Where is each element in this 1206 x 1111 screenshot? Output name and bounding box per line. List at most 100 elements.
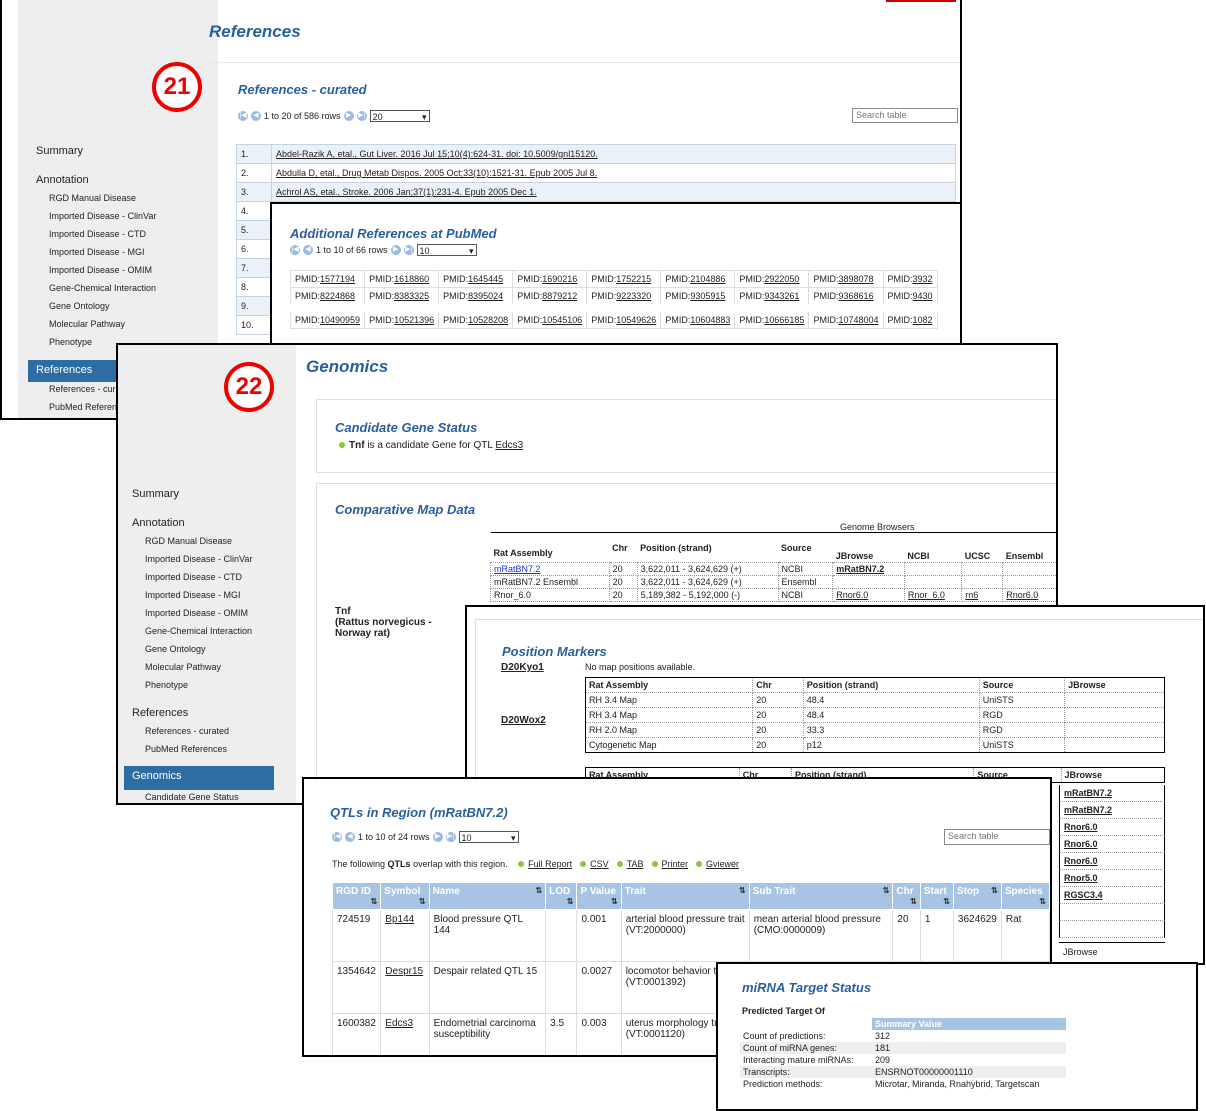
next-page-icon[interactable]: ▶ [390, 245, 401, 255]
pmid-link[interactable]: 10545106 [542, 315, 582, 325]
page-size-select[interactable]: 20 [369, 110, 430, 123]
column-header[interactable]: P Value ⇅ [576, 882, 622, 910]
sort-icon[interactable]: ⇅ [371, 897, 378, 906]
jbrowse-link[interactable]: Rnor6.0 [1064, 839, 1098, 849]
column-header[interactable]: Start ⇅ [919, 882, 954, 910]
sort-icon[interactable]: ⇅ [567, 897, 574, 906]
prev-page-icon[interactable]: ◀ [303, 245, 313, 255]
pmid-link[interactable]: 10521396 [394, 315, 434, 325]
pmid-link[interactable]: 3932 [913, 274, 933, 284]
first-page-icon[interactable]: |◀ [332, 832, 342, 842]
qtl-link[interactable]: Edcs3 [495, 440, 523, 451]
sidebar-item[interactable]: Gene-Chemical Interaction [145, 626, 252, 636]
pmid-link[interactable]: 8879212 [542, 291, 577, 301]
column-header[interactable]: Symbol ⇅ [380, 882, 430, 910]
pmid-link[interactable]: 8224868 [320, 291, 355, 301]
qtl-symbol-link[interactable]: Bp144 [385, 914, 414, 925]
qtl-symbol-link[interactable]: Edcs3 [385, 1018, 413, 1029]
column-header[interactable]: Stop ⇅ [952, 882, 1002, 910]
sidebar-item[interactable]: Imported Disease - MGI [145, 590, 241, 600]
sidebar-summary[interactable]: Summary [36, 145, 83, 157]
next-page-icon[interactable]: ▶ [432, 832, 443, 842]
sort-icon[interactable]: ⇅ [991, 886, 998, 895]
jbrowse-link[interactable]: mRatBN7.2 [1064, 788, 1112, 798]
sidebar-references[interactable]: References [132, 707, 188, 719]
sidebar-annotation[interactable]: Annotation [36, 174, 89, 186]
page-size-select[interactable]: 10 [416, 244, 477, 257]
sort-icon[interactable]: ⇅ [1039, 897, 1046, 906]
sort-icon[interactable]: ⇅ [739, 886, 746, 895]
pmid-link[interactable]: 9223320 [616, 291, 651, 301]
sidebar-item[interactable]: Phenotype [145, 680, 188, 690]
export-link[interactable]: Printer [662, 859, 689, 869]
sidebar-item[interactable]: Imported Disease - CTD [145, 572, 242, 582]
sort-icon[interactable]: ⇅ [910, 897, 917, 906]
pmid-link[interactable]: 9368616 [838, 291, 873, 301]
sidebar-item[interactable]: References - curated [145, 726, 229, 736]
jbrowse-link[interactable]: mRatBN7.2 [1064, 805, 1112, 815]
sidebar-item[interactable]: PubMed Referen [49, 402, 117, 412]
pmid-link[interactable]: 10528208 [468, 315, 508, 325]
marker-link[interactable]: D20Kyo1 [501, 662, 544, 673]
last-page-icon[interactable]: ▶| [445, 832, 456, 842]
sort-icon[interactable]: ⇅ [883, 886, 890, 895]
sidebar-item[interactable]: Candidate Gene Status [145, 792, 239, 802]
column-header[interactable]: Sub Trait ⇅ [748, 882, 894, 910]
pmid-link[interactable]: 8383325 [394, 291, 429, 301]
page-size-select[interactable]: 10 [458, 831, 519, 844]
jbrowse-link[interactable]: RGSC3.4 [1064, 890, 1103, 900]
export-link[interactable]: TAB [627, 859, 644, 869]
reference-link[interactable]: Abdel-Razik A, etal., Gut Liver. 2016 Ju… [276, 149, 598, 159]
pmid-link[interactable]: 1690216 [542, 274, 577, 284]
pmid-link[interactable]: 9305915 [690, 291, 725, 301]
sidebar-annotation[interactable]: Annotation [132, 517, 185, 529]
pmid-link[interactable]: 8395024 [468, 291, 503, 301]
reference-link[interactable]: Achrol AS, etal., Stroke. 2006 Jan;37(1)… [276, 187, 537, 197]
sidebar-item[interactable]: RGD Manual Disease [49, 193, 136, 203]
export-link[interactable]: Gviewer [706, 859, 739, 869]
sidebar-item[interactable]: Molecular Pathway [49, 319, 125, 329]
first-page-icon[interactable]: |◀ [238, 111, 248, 121]
sort-icon[interactable]: ⇅ [419, 897, 426, 906]
pmid-link[interactable]: 3898078 [838, 274, 873, 284]
pmid-link[interactable]: 10666185 [764, 315, 804, 325]
sidebar-item[interactable]: Imported Disease - ClinVar [145, 554, 252, 564]
search-input[interactable]: Search table [852, 108, 958, 123]
pmid-link[interactable]: 2922050 [764, 274, 799, 284]
column-header[interactable]: RGD ID ⇅ [331, 882, 382, 910]
column-header[interactable]: Name ⇅ [428, 882, 547, 910]
sidebar-item[interactable]: Gene-Chemical Interaction [49, 283, 156, 293]
sort-icon[interactable]: ⇅ [611, 897, 618, 906]
prev-page-icon[interactable]: ◀ [251, 111, 261, 121]
pmid-link[interactable]: 10604883 [690, 315, 730, 325]
pmid-link[interactable]: 1752215 [616, 274, 651, 284]
sidebar-item[interactable]: Gene Ontology [49, 301, 110, 311]
sidebar-item[interactable]: References - cur [49, 384, 116, 394]
export-link[interactable]: CSV [590, 859, 609, 869]
jbrowse-link[interactable]: Rnor5.0 [1064, 873, 1098, 883]
sidebar-item[interactable]: Imported Disease - MGI [49, 247, 145, 257]
search-input[interactable]: Search table [944, 829, 1050, 845]
pmid-link[interactable]: 10748004 [838, 315, 878, 325]
jbrowse-link[interactable]: Rnor6.0 [1064, 822, 1098, 832]
pmid-link[interactable]: 1645445 [468, 274, 503, 284]
sidebar-item[interactable]: Molecular Pathway [145, 662, 221, 672]
pmid-link[interactable]: 1082 [913, 315, 933, 325]
pmid-link[interactable]: 9343261 [764, 291, 799, 301]
pmid-link[interactable]: 1577194 [320, 274, 355, 284]
assembly-link[interactable]: Rnor6.0 [1006, 590, 1038, 600]
sidebar-item[interactable]: Imported Disease - CTD [49, 229, 146, 239]
last-page-icon[interactable]: ▶| [356, 111, 367, 121]
next-page-icon[interactable]: ▶ [343, 111, 354, 121]
pmid-link[interactable]: 10490959 [320, 315, 360, 325]
last-page-icon[interactable]: ▶| [403, 245, 414, 255]
column-header[interactable]: Chr ⇅ [892, 882, 921, 910]
sidebar-item[interactable]: Phenotype [49, 337, 92, 347]
qtl-symbol-link[interactable]: Despr15 [385, 966, 423, 977]
sort-icon[interactable]: ⇅ [943, 897, 950, 906]
pmid-link[interactable]: 10549626 [616, 315, 656, 325]
jbrowse-link[interactable]: Rnor6.0 [1064, 856, 1098, 866]
assembly-link[interactable]: Rnor6.0 [836, 590, 868, 600]
sidebar-item[interactable]: RGD Manual Disease [145, 536, 232, 546]
assembly-link[interactable]: mRatBN7.2 [494, 564, 541, 574]
